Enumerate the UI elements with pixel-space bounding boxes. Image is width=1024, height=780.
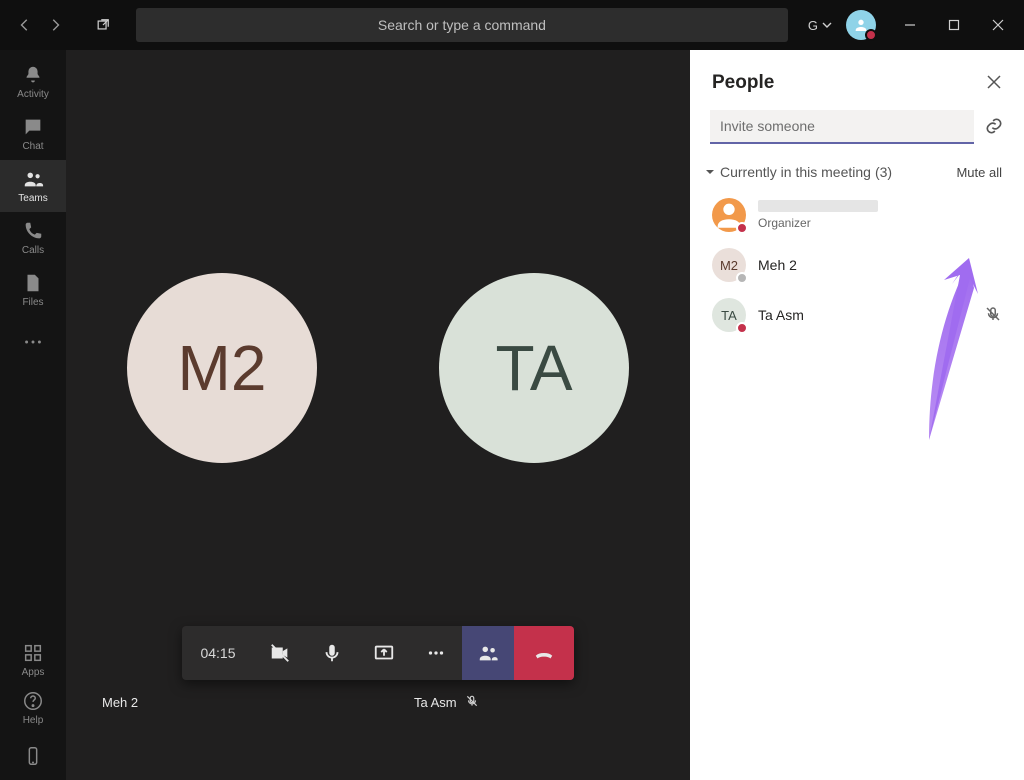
rail-device[interactable]	[0, 732, 66, 780]
more-icon	[425, 642, 447, 664]
user-avatar[interactable]	[846, 10, 876, 40]
rail-label: Files	[22, 297, 43, 308]
titlebar: Search or type a command G	[0, 0, 1024, 50]
rail-help[interactable]: Help	[0, 684, 66, 732]
participant-avatar: TA	[712, 298, 746, 332]
avatar-initials: TA	[721, 308, 737, 323]
teams-icon	[22, 168, 44, 190]
avatar-initials: M2	[720, 258, 738, 273]
mute-all-label: Mute all	[956, 165, 1002, 180]
more-actions-button[interactable]	[410, 626, 462, 680]
mic-muted-icon	[465, 694, 479, 711]
participant-avatar: M2	[712, 248, 746, 282]
section-count: (3)	[875, 164, 892, 180]
share-icon	[373, 642, 395, 664]
participant-item[interactable]: M2 Meh 2	[706, 240, 1008, 290]
invite-input[interactable]	[710, 110, 974, 144]
call-timer: 04:15	[182, 626, 254, 680]
participant-list: Organizer M2 Meh 2 TA Ta Asm	[690, 188, 1024, 342]
video-tile[interactable]: M2	[66, 50, 378, 686]
left-rail: Activity Chat Teams Calls Files Apps Hel…	[0, 50, 66, 780]
camera-off-icon	[269, 642, 291, 664]
rail-teams[interactable]: Teams	[0, 160, 66, 212]
caret-down-icon	[704, 166, 716, 178]
panel-title: People	[712, 72, 774, 94]
panel-close-button[interactable]	[986, 74, 1002, 93]
participant-item[interactable]: Organizer	[706, 190, 1008, 240]
chevron-down-icon	[822, 20, 832, 30]
search-input[interactable]: Search or type a command	[136, 8, 788, 42]
popout-icon[interactable]	[88, 10, 118, 40]
copy-link-button[interactable]	[984, 116, 1004, 139]
rail-label: Apps	[22, 667, 45, 678]
file-icon	[22, 272, 44, 294]
rail-more[interactable]	[0, 316, 66, 368]
participant-name: Ta Asm	[758, 307, 804, 323]
people-icon	[477, 642, 499, 664]
participant-role: Organizer	[758, 216, 878, 230]
more-icon	[22, 331, 44, 353]
share-screen-button[interactable]	[358, 626, 410, 680]
call-duration: 04:15	[200, 645, 235, 661]
hangup-icon	[533, 642, 555, 664]
nav-forward-button[interactable]	[40, 10, 70, 40]
rail-label: Calls	[22, 245, 44, 256]
meeting-stage: M2 TA Meh 2 Ta Asm 04:15	[66, 50, 690, 780]
link-icon	[984, 116, 1004, 136]
rail-activity[interactable]: Activity	[0, 56, 66, 108]
mic-muted-icon	[984, 305, 1002, 323]
camera-toggle-button[interactable]	[254, 626, 306, 680]
window-minimize-button[interactable]	[888, 0, 932, 50]
apps-icon	[22, 642, 44, 664]
video-tile[interactable]: TA	[378, 50, 690, 686]
avatar-initials: TA	[495, 331, 572, 405]
mic-icon	[321, 642, 343, 664]
bell-icon	[22, 64, 44, 86]
participant-labels: Meh 2 Ta Asm	[66, 688, 690, 716]
presence-dot	[736, 222, 748, 234]
account-menu[interactable]: G	[808, 18, 832, 33]
mic-toggle-button[interactable]	[306, 626, 358, 680]
hangup-button[interactable]	[514, 626, 574, 680]
participant-muted-indicator	[984, 305, 1002, 326]
participant-item[interactable]: TA Ta Asm	[706, 290, 1008, 340]
rail-label: Help	[23, 715, 44, 726]
section-toggle[interactable]: Currently in this meeting (3)	[704, 164, 892, 180]
rail-chat[interactable]: Chat	[0, 108, 66, 160]
presence-dot	[736, 322, 748, 334]
participant-name: Meh 2	[758, 257, 797, 273]
phone-icon	[22, 220, 44, 242]
device-icon	[22, 745, 44, 767]
video-tiles: M2 TA	[66, 50, 690, 686]
participant-avatar: M2	[127, 273, 317, 463]
people-panel: People Currently in this meeting (3) Mut…	[690, 50, 1024, 780]
rail-label: Activity	[17, 89, 49, 100]
window-maximize-button[interactable]	[932, 0, 976, 50]
participant-name: Meh 2	[102, 695, 138, 710]
window-close-button[interactable]	[976, 0, 1020, 50]
mute-all-button[interactable]: Mute all	[956, 165, 1002, 180]
rail-files[interactable]: Files	[0, 264, 66, 316]
call-controls: 04:15	[182, 626, 574, 680]
participant-name: Ta Asm	[414, 695, 457, 710]
redacted-name	[758, 200, 878, 212]
nav-back-button[interactable]	[10, 10, 40, 40]
rail-apps[interactable]: Apps	[0, 636, 66, 684]
participant-avatar: TA	[439, 273, 629, 463]
avatar-initials: M2	[178, 331, 267, 405]
show-participants-button[interactable]	[462, 626, 514, 680]
help-icon	[22, 690, 44, 712]
presence-busy-dot	[865, 29, 877, 41]
account-label: G	[808, 18, 818, 33]
rail-calls[interactable]: Calls	[0, 212, 66, 264]
chat-icon	[22, 116, 44, 138]
rail-label: Teams	[18, 193, 47, 204]
section-label-text: Currently in this meeting	[720, 164, 871, 180]
participant-avatar	[712, 198, 746, 232]
rail-label: Chat	[22, 141, 43, 152]
search-placeholder: Search or type a command	[378, 17, 546, 33]
presence-dot	[736, 272, 748, 284]
